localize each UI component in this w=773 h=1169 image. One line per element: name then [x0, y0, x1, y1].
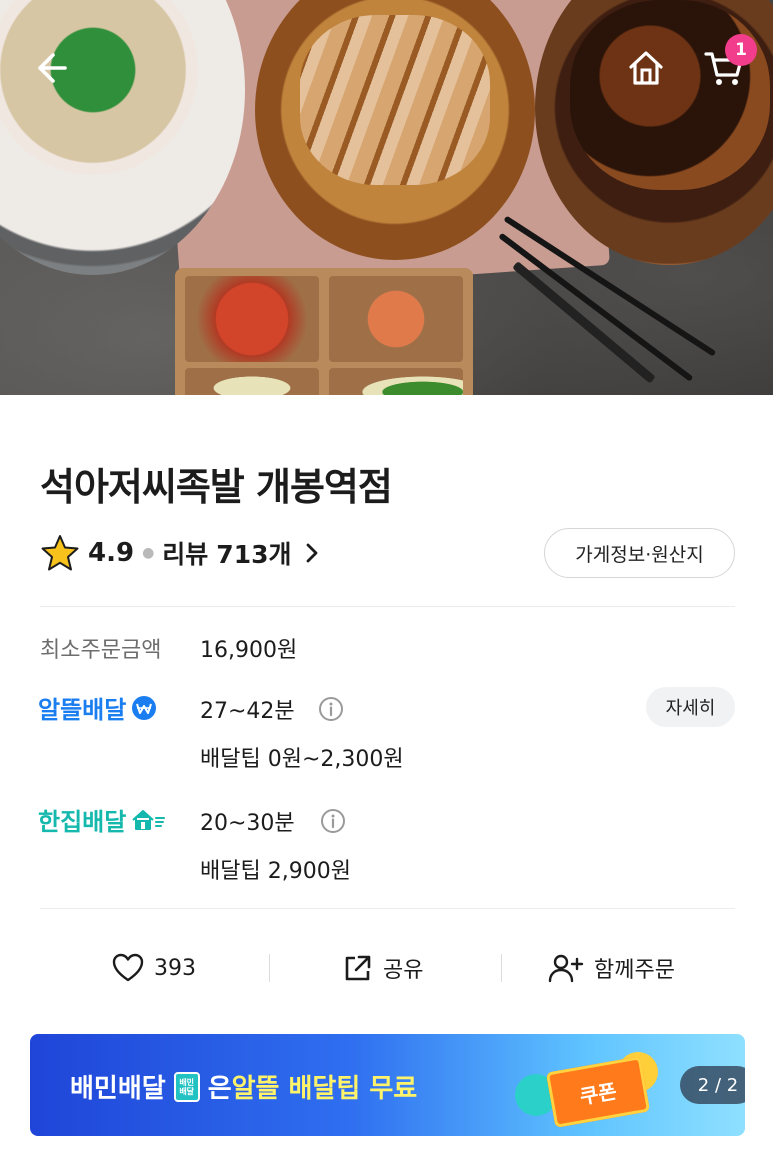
add-person-icon: [548, 954, 584, 983]
review-count: 713개: [216, 540, 292, 569]
divider: [40, 908, 735, 909]
home-icon: [629, 51, 663, 85]
saver-delivery-time: 27~42분: [200, 699, 295, 724]
group-order-button[interactable]: 함께주문: [548, 940, 675, 996]
single-delivery-time: 20~30분: [200, 811, 295, 836]
fast-house-icon: [132, 809, 166, 830]
share-icon: [345, 955, 371, 981]
home-button[interactable]: [622, 44, 670, 92]
share-button[interactable]: 공유: [343, 940, 423, 996]
store-name: 석아저씨족발 개봉역점: [40, 465, 393, 509]
like-count: 393: [154, 955, 196, 981]
banner-text: 배민배달 배민 배달 은 알뜰 배달팁 무료: [70, 1068, 417, 1105]
back-button[interactable]: [26, 44, 74, 92]
like-button[interactable]: 393: [112, 940, 196, 996]
chevron-right-icon: [305, 542, 319, 564]
rating-value: 4.9: [88, 538, 135, 568]
saver-delivery-label: 알뜰배달: [38, 696, 127, 724]
info-circle-icon[interactable]: [320, 808, 346, 834]
won-coin-icon: [132, 695, 157, 720]
action-separator: [269, 954, 270, 982]
action-separator: [501, 954, 502, 982]
heart-icon: [112, 953, 144, 982]
store-info-button[interactable]: 가게정보·원산지: [544, 528, 735, 578]
action-bar: 393 공유 함께주문: [40, 940, 735, 996]
banner-brand: 배민배달: [70, 1074, 166, 1104]
group-order-label: 함께주문: [594, 958, 675, 983]
single-delivery-brand: 한집배달: [38, 802, 166, 837]
cart-count-badge: 1: [725, 34, 757, 66]
info-circle-icon[interactable]: [318, 696, 344, 722]
review-label: 리뷰: [162, 540, 209, 569]
separator-dot: ●: [142, 545, 155, 561]
banner-page-indicator: 2 / 2: [680, 1066, 745, 1104]
banner-text-a: 은: [207, 1074, 232, 1104]
single-delivery-label: 한집배달: [38, 808, 127, 836]
divider: [40, 606, 735, 607]
side-dish-tray: [175, 268, 473, 395]
star-icon: [40, 533, 80, 573]
promo-banner[interactable]: 배민배달 배민 배달 은 알뜰 배달팁 무료 쿠폰 2 / 2: [30, 1034, 745, 1136]
saver-delivery-brand: 알뜰배달: [38, 690, 157, 725]
share-label: 공유: [383, 958, 424, 983]
baemin-logo-icon: 배민 배달: [173, 1071, 200, 1102]
banner-highlight: 알뜰 배달팁 무료: [231, 1074, 418, 1104]
single-delivery-tip: 배달팁 2,900원: [200, 859, 351, 884]
min-order-value: 16,900원: [200, 638, 298, 663]
min-order-label: 최소주문금액: [40, 638, 162, 663]
rating-row[interactable]: 4.9 ● 리뷰 713개: [40, 532, 319, 574]
saver-delivery-tip: 배달팁 0원~2,300원: [200, 747, 404, 772]
delivery-detail-button[interactable]: 자세히: [646, 687, 735, 727]
coupon-illustration: 쿠폰: [545, 1056, 651, 1128]
arrow-left-icon: [38, 53, 67, 83]
